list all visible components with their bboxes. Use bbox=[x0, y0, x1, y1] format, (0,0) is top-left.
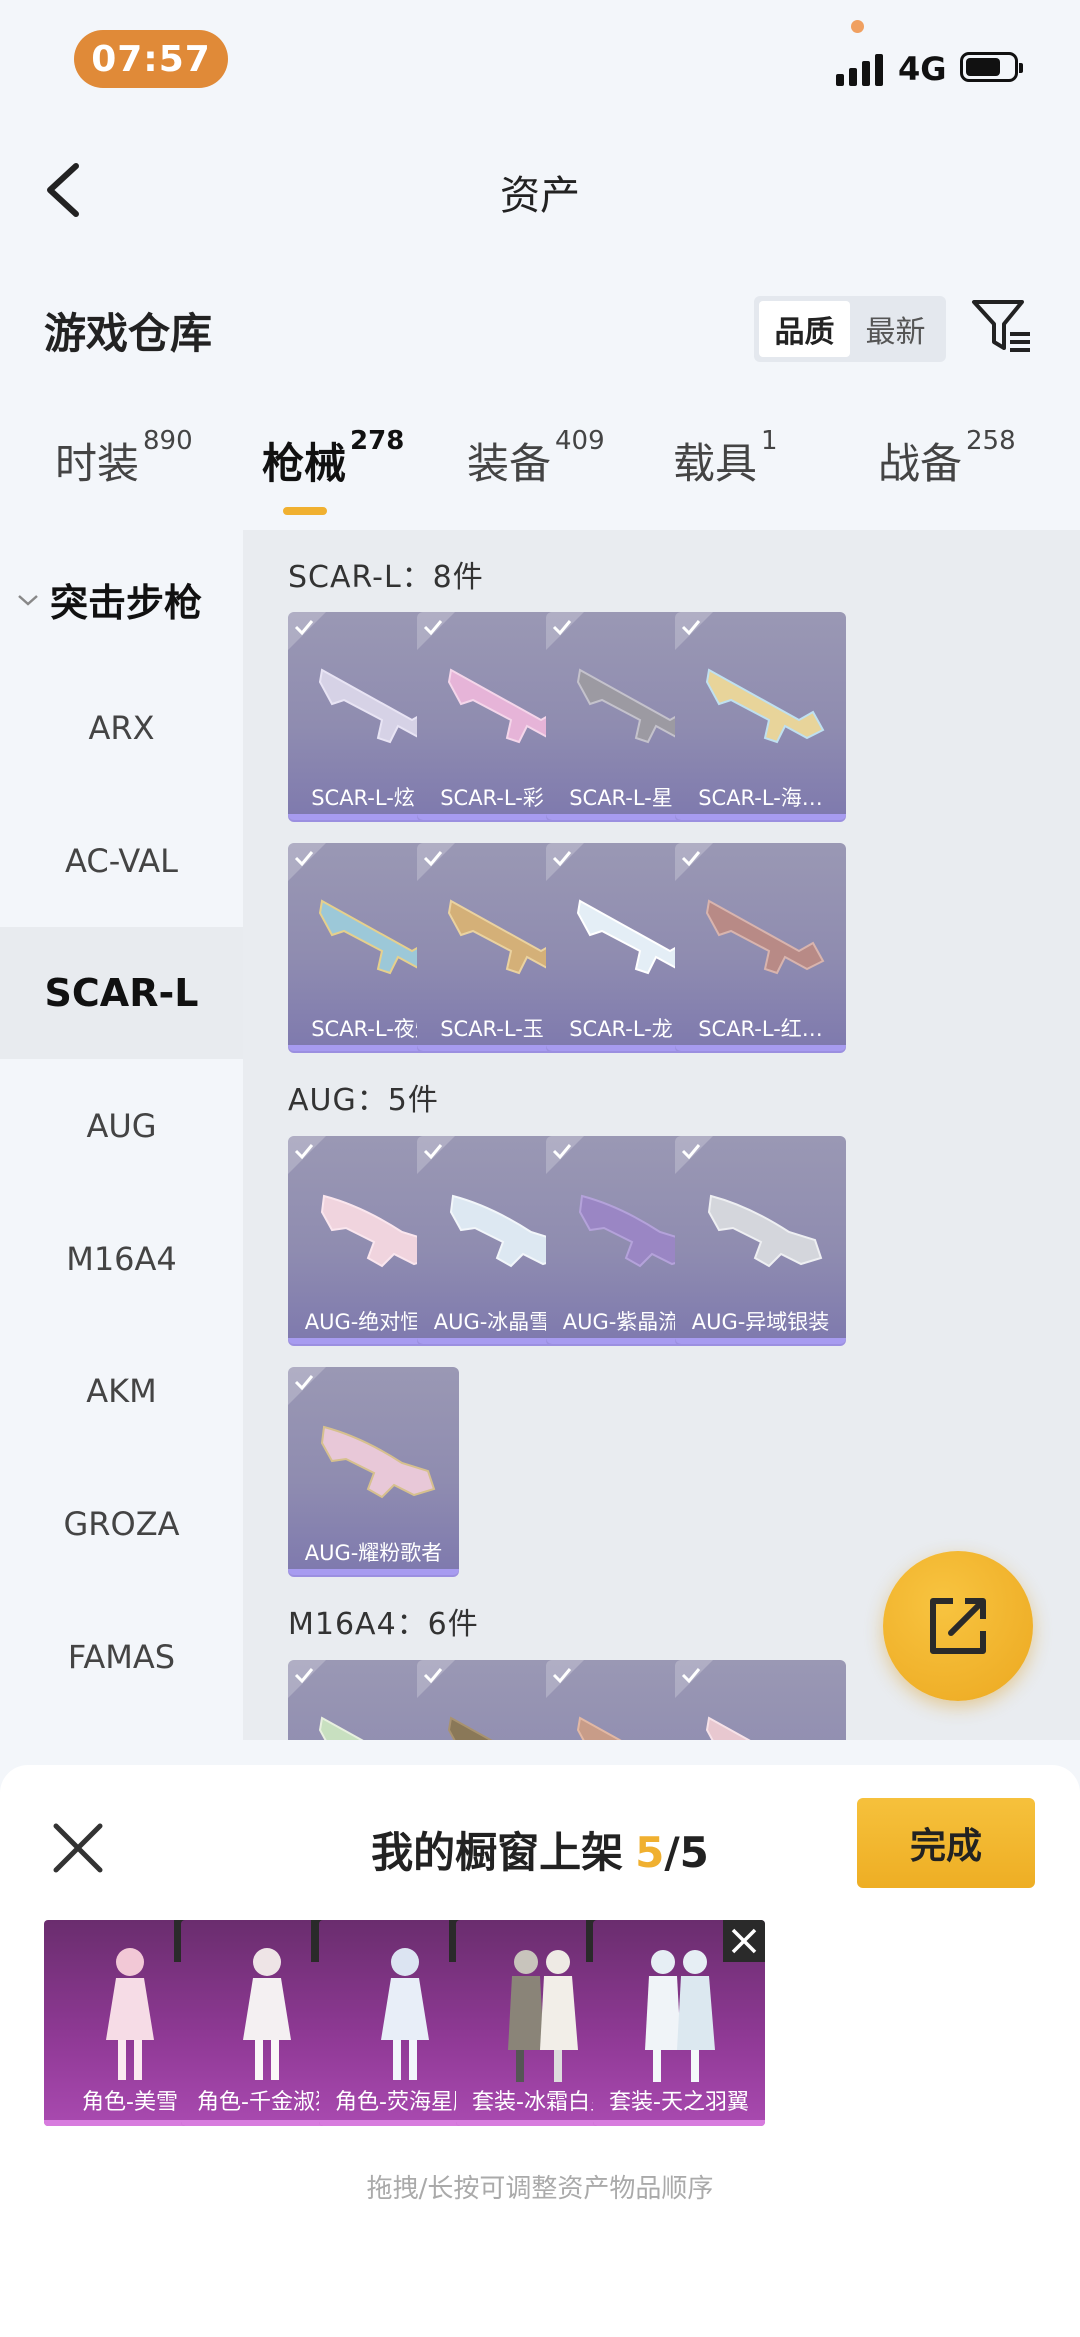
privacy-indicator bbox=[851, 20, 864, 33]
rifle-icon bbox=[705, 899, 825, 975]
check-icon bbox=[552, 1668, 572, 1684]
character-figure-icon bbox=[381, 1948, 429, 2080]
tab-guns[interactable]: 枪械 278 bbox=[262, 426, 404, 491]
showcase-shelf: 角色-美雪 角色-千金淑猫 角色-荧海星豚 套装-冰霜白皇 套装-天之羽翼 bbox=[44, 1920, 1044, 2126]
check-icon bbox=[423, 1144, 443, 1160]
character-figure-icon bbox=[106, 1948, 154, 2080]
check-icon bbox=[294, 620, 314, 636]
warehouse-title: 游戏仓库 bbox=[44, 309, 213, 358]
group-header-aug: AUG：5件 bbox=[288, 1083, 439, 1118]
rifle-icon bbox=[705, 1716, 751, 1740]
chevron-down-icon bbox=[18, 594, 38, 606]
tab-vehicles[interactable]: 载具 1 bbox=[673, 426, 778, 491]
sidebar-item-m16a4[interactable]: M16A4 bbox=[0, 1193, 243, 1325]
check-icon bbox=[681, 1144, 701, 1160]
sort-toggle: 品质 最新 bbox=[754, 296, 946, 362]
character-pair-icon bbox=[508, 1950, 578, 2082]
check-icon bbox=[681, 851, 701, 867]
sort-quality[interactable]: 品质 bbox=[759, 301, 850, 357]
check-icon bbox=[423, 1668, 443, 1684]
reorder-hint: 拖拽/长按可调整资产物品顺序 bbox=[366, 2174, 714, 2204]
check-icon bbox=[681, 1668, 701, 1684]
item-card[interactable]: SCAR-L-红… bbox=[675, 843, 846, 1051]
group-header-scar-l: SCAR-L：8件 bbox=[288, 560, 484, 595]
sidebar-item-groza[interactable]: GROZA bbox=[0, 1458, 243, 1590]
group-header-m16a4: M16A4：6件 bbox=[288, 1607, 479, 1642]
sidebar-item-aug[interactable]: AUG bbox=[0, 1060, 243, 1192]
sidebar-item-akm[interactable]: AKM bbox=[0, 1325, 243, 1457]
sidebar-item-arx[interactable]: ARX bbox=[0, 662, 243, 794]
network-type: 4G bbox=[898, 50, 947, 88]
check-icon bbox=[294, 851, 314, 867]
sort-newest[interactable]: 最新 bbox=[850, 301, 941, 357]
sidebar-item-scar-l[interactable]: SCAR-L bbox=[0, 927, 243, 1059]
weapon-type-sidebar: 突击步枪 ARX AC-VAL SCAR-L AUG M16A4 AKM GRO… bbox=[0, 530, 243, 1740]
remove-item-button[interactable] bbox=[723, 1920, 765, 1962]
check-icon bbox=[681, 620, 701, 636]
tab-supplies[interactable]: 战备 258 bbox=[878, 426, 1016, 491]
share-icon bbox=[930, 1598, 986, 1654]
signal-icon bbox=[836, 52, 883, 86]
battery-icon bbox=[960, 52, 1023, 82]
check-icon bbox=[423, 851, 443, 867]
page-title: 资产 bbox=[500, 173, 580, 219]
tab-fashion[interactable]: 时装 890 bbox=[55, 426, 193, 491]
rifle-icon bbox=[320, 1425, 436, 1499]
check-icon bbox=[294, 1375, 314, 1391]
tab-active-indicator bbox=[283, 507, 327, 515]
rifle-icon bbox=[705, 668, 825, 744]
check-icon bbox=[294, 1668, 314, 1684]
category-tabs: 时装 890 枪械 278 装备 409 载具 1 战备 258 bbox=[0, 426, 1080, 530]
filter-icon[interactable] bbox=[970, 296, 1034, 360]
showcase-count-total: /5 bbox=[664, 1828, 709, 1877]
item-card[interactable]: AUG-耀粉歌者 bbox=[288, 1367, 459, 1575]
tab-equipment[interactable]: 装备 409 bbox=[467, 426, 605, 491]
status-time: 07:57 bbox=[74, 30, 228, 88]
item-card[interactable]: SCAR-L-海… bbox=[675, 612, 846, 820]
item-card[interactable]: AUG-异域银装 bbox=[675, 1136, 846, 1344]
showcase-count-current: 5 bbox=[635, 1828, 665, 1877]
sidebar-group-assault-rifles[interactable]: 突击步枪 bbox=[16, 572, 202, 627]
item-card[interactable] bbox=[675, 1660, 846, 1740]
close-icon bbox=[731, 1928, 757, 1954]
check-icon bbox=[423, 620, 443, 636]
sidebar-item-ac-val[interactable]: AC-VAL bbox=[0, 795, 243, 927]
check-icon bbox=[552, 851, 572, 867]
sidebar-item-famas[interactable]: FAMAS bbox=[0, 1591, 243, 1723]
done-button[interactable]: 完成 bbox=[857, 1798, 1035, 1888]
share-button[interactable] bbox=[883, 1551, 1033, 1701]
showcase-item[interactable]: 套装-天之羽翼 bbox=[593, 1920, 765, 2126]
rifle-icon bbox=[707, 1194, 823, 1268]
check-icon bbox=[552, 1144, 572, 1160]
showcase-sheet: 我的橱窗上架 5/5 完成 角色-美雪 角色-千金淑猫 角色-荧海星豚 套装-冰霜… bbox=[0, 1765, 1080, 2337]
check-icon bbox=[294, 1144, 314, 1160]
check-icon bbox=[552, 620, 572, 636]
character-pair-icon bbox=[645, 1950, 715, 2082]
character-figure-icon bbox=[243, 1948, 291, 2080]
status-bar: 07:57 4G bbox=[0, 0, 1080, 120]
